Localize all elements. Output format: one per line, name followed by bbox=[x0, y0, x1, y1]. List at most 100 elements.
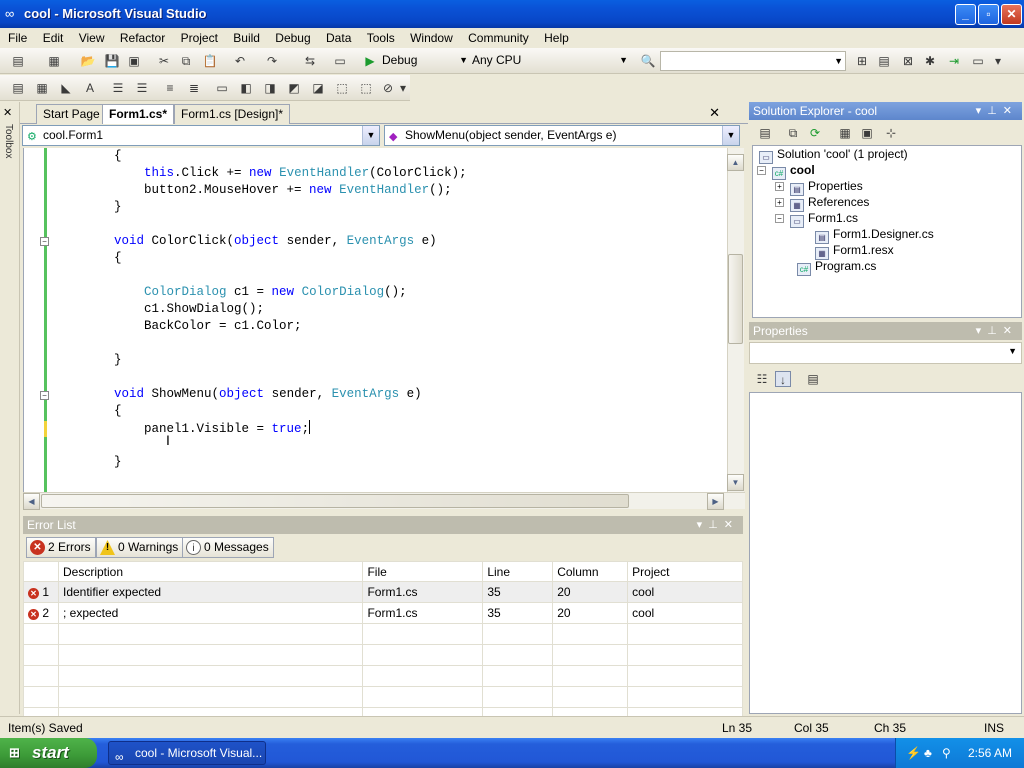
toolbox-strip[interactable]: ✕ Toolbox bbox=[0, 102, 20, 714]
errors-filter-button[interactable]: ✕ 2 Errors bbox=[26, 537, 96, 558]
parameter-info-icon[interactable]: ▦ bbox=[34, 80, 50, 96]
menu-refactor[interactable]: Refactor bbox=[114, 28, 171, 48]
alphabetical-icon[interactable]: ↓ bbox=[775, 371, 791, 387]
decrease-indent-icon[interactable]: ☰ bbox=[110, 80, 126, 96]
scroll-down-icon[interactable]: ▼ bbox=[727, 474, 744, 491]
tray-app-icon[interactable]: ♣ bbox=[924, 738, 932, 768]
collapse-icon[interactable]: − bbox=[40, 237, 49, 246]
column-header-project[interactable]: Project bbox=[627, 561, 743, 582]
code-editor[interactable]: − − { this.Click += new EventHandler(Col… bbox=[23, 148, 727, 492]
add-item-icon[interactable]: ▦ bbox=[46, 53, 62, 69]
collapse-icon[interactable]: − bbox=[757, 166, 766, 175]
uncomment-icon[interactable]: ≣ bbox=[186, 80, 202, 96]
dropdown-icon[interactable]: ▾ bbox=[976, 325, 988, 337]
close-icon[interactable]: ✕ bbox=[1003, 105, 1018, 117]
column-header-column[interactable]: Column bbox=[552, 561, 629, 582]
navigate-icon[interactable]: ⇆ bbox=[302, 53, 318, 69]
table-row[interactable]: ✕ 1 Identifier expected Form1.cs 35 20 c… bbox=[23, 581, 743, 603]
close-icon[interactable]: ✕ bbox=[724, 519, 739, 531]
close-icon[interactable]: ✕ bbox=[1003, 325, 1018, 337]
editor-horizontal-scrollbar[interactable]: ◀ ▶ bbox=[23, 492, 745, 510]
pin-icon[interactable]: ⊥ bbox=[708, 519, 724, 531]
menu-file[interactable]: File bbox=[0, 28, 33, 48]
tray-search-icon[interactable]: ⚲ bbox=[942, 738, 951, 768]
view-code-icon[interactable]: ▦ bbox=[837, 125, 853, 141]
class-combo[interactable]: ⚙ cool.Form1 ▼ bbox=[22, 125, 380, 146]
next-bookmark-doc-icon[interactable]: ⬚ bbox=[358, 80, 374, 96]
object-browser-icon[interactable]: ⊠ bbox=[900, 53, 916, 69]
tab-start-page[interactable]: Start Page bbox=[36, 104, 107, 124]
tab-form1-design[interactable]: Form1.cs [Design]* bbox=[174, 104, 291, 124]
toolbox-icon[interactable]: ✱ bbox=[922, 53, 938, 69]
increase-indent-icon[interactable]: ☰ bbox=[134, 80, 150, 96]
previous-bookmark-icon[interactable]: ◧ bbox=[238, 80, 254, 96]
dropdown-icon[interactable]: ▾ bbox=[697, 519, 709, 531]
column-header-description[interactable]: Description bbox=[57, 561, 364, 582]
new-project-icon[interactable]: ▤ bbox=[10, 53, 26, 69]
tree-item-program[interactable]: c# Program.cs bbox=[797, 258, 876, 276]
start-button[interactable]: ⊞ start bbox=[0, 738, 97, 768]
menu-help[interactable]: Help bbox=[538, 28, 575, 48]
expand-icon[interactable]: + bbox=[775, 198, 784, 207]
redo-icon[interactable]: ↷ bbox=[264, 53, 280, 69]
scroll-left-icon[interactable]: ◀ bbox=[23, 493, 40, 510]
scroll-up-icon[interactable]: ▲ bbox=[727, 154, 744, 171]
menu-build[interactable]: Build bbox=[227, 28, 266, 48]
next-bookmark-icon[interactable]: ◨ bbox=[262, 80, 278, 96]
menu-data[interactable]: Data bbox=[320, 28, 357, 48]
paste-icon[interactable]: 📋 bbox=[202, 53, 218, 69]
column-header-file[interactable]: File bbox=[362, 561, 484, 582]
complete-word-icon[interactable]: A bbox=[82, 80, 98, 96]
prev-bookmark-doc-icon[interactable]: ⬚ bbox=[334, 80, 350, 96]
taskbar-item-visual-studio[interactable]: ∞ cool - Microsoft Visual... bbox=[108, 741, 266, 765]
prev-bookmark-folder-icon[interactable]: ◩ bbox=[286, 80, 302, 96]
open-file-icon[interactable]: 📂 bbox=[80, 53, 96, 69]
property-pages-icon[interactable]: ▤ bbox=[805, 371, 821, 387]
tray-network-icon[interactable]: ⚡ bbox=[906, 738, 921, 768]
solution-explorer-icon[interactable]: ⊞ bbox=[854, 53, 870, 69]
warnings-filter-button[interactable]: ! 0 Warnings bbox=[96, 537, 184, 558]
properties-object-combo[interactable]: ▼ bbox=[749, 342, 1022, 364]
column-header[interactable] bbox=[23, 561, 59, 582]
view-class-diagram-icon[interactable]: ⊹ bbox=[883, 125, 899, 141]
show-all-files-icon[interactable]: ⧉ bbox=[785, 125, 801, 141]
refresh-icon[interactable]: ⟳ bbox=[807, 125, 823, 141]
member-combo[interactable]: ◆ ShowMenu(object sender, EventArgs e) ▼ bbox=[384, 125, 740, 146]
quick-info-icon[interactable]: ◣ bbox=[58, 80, 74, 96]
view-designer-icon[interactable]: ▣ bbox=[859, 125, 875, 141]
start-debugging-icon[interactable]: ▶ bbox=[362, 53, 378, 69]
cut-icon[interactable]: ✂ bbox=[156, 53, 172, 69]
dropdown-icon[interactable]: ▾ bbox=[976, 105, 988, 117]
start-page-icon[interactable]: ⇥ bbox=[946, 53, 962, 69]
properties-window-icon[interactable]: ▤ bbox=[876, 53, 892, 69]
pin-icon[interactable]: ⊥ bbox=[987, 105, 1003, 117]
vertical-scroll-thumb[interactable] bbox=[728, 254, 743, 344]
print-icon[interactable]: ▭ bbox=[332, 53, 348, 69]
menu-project[interactable]: Project bbox=[175, 28, 224, 48]
column-header-line[interactable]: Line bbox=[482, 561, 554, 582]
menu-debug[interactable]: Debug bbox=[269, 28, 316, 48]
next-bookmark-folder-icon[interactable]: ◪ bbox=[310, 80, 326, 96]
comment-icon[interactable]: ≡ bbox=[162, 80, 178, 96]
configuration-combo[interactable]: Debug ▼ bbox=[378, 51, 470, 71]
find-in-files-icon[interactable]: 🔍 bbox=[640, 53, 656, 69]
menu-window[interactable]: Window bbox=[404, 28, 459, 48]
properties-icon[interactable]: ▤ bbox=[757, 125, 773, 141]
clear-bookmarks-icon[interactable]: ⊘ bbox=[380, 80, 396, 96]
menu-edit[interactable]: Edit bbox=[37, 28, 70, 48]
bookmark-icon[interactable]: ▭ bbox=[214, 80, 230, 96]
horizontal-scroll-thumb[interactable] bbox=[41, 494, 629, 508]
messages-filter-button[interactable]: i 0 Messages bbox=[182, 537, 274, 558]
platform-combo[interactable]: Any CPU ▼ bbox=[468, 51, 630, 71]
menu-community[interactable]: Community bbox=[462, 28, 535, 48]
categorized-icon[interactable]: ☷ bbox=[754, 371, 770, 387]
menu-view[interactable]: View bbox=[73, 28, 111, 48]
save-icon[interactable]: 💾 bbox=[104, 53, 120, 69]
collapse-icon[interactable]: − bbox=[40, 391, 49, 400]
undo-icon[interactable]: ↶ bbox=[232, 53, 248, 69]
save-all-icon[interactable]: ▣ bbox=[126, 53, 142, 69]
tab-form1-cs[interactable]: Form1.cs* bbox=[102, 104, 175, 125]
close-button[interactable]: ✕ bbox=[1001, 4, 1022, 25]
scroll-right-icon[interactable]: ▶ bbox=[707, 493, 724, 510]
collapse-icon[interactable]: − bbox=[775, 214, 784, 223]
